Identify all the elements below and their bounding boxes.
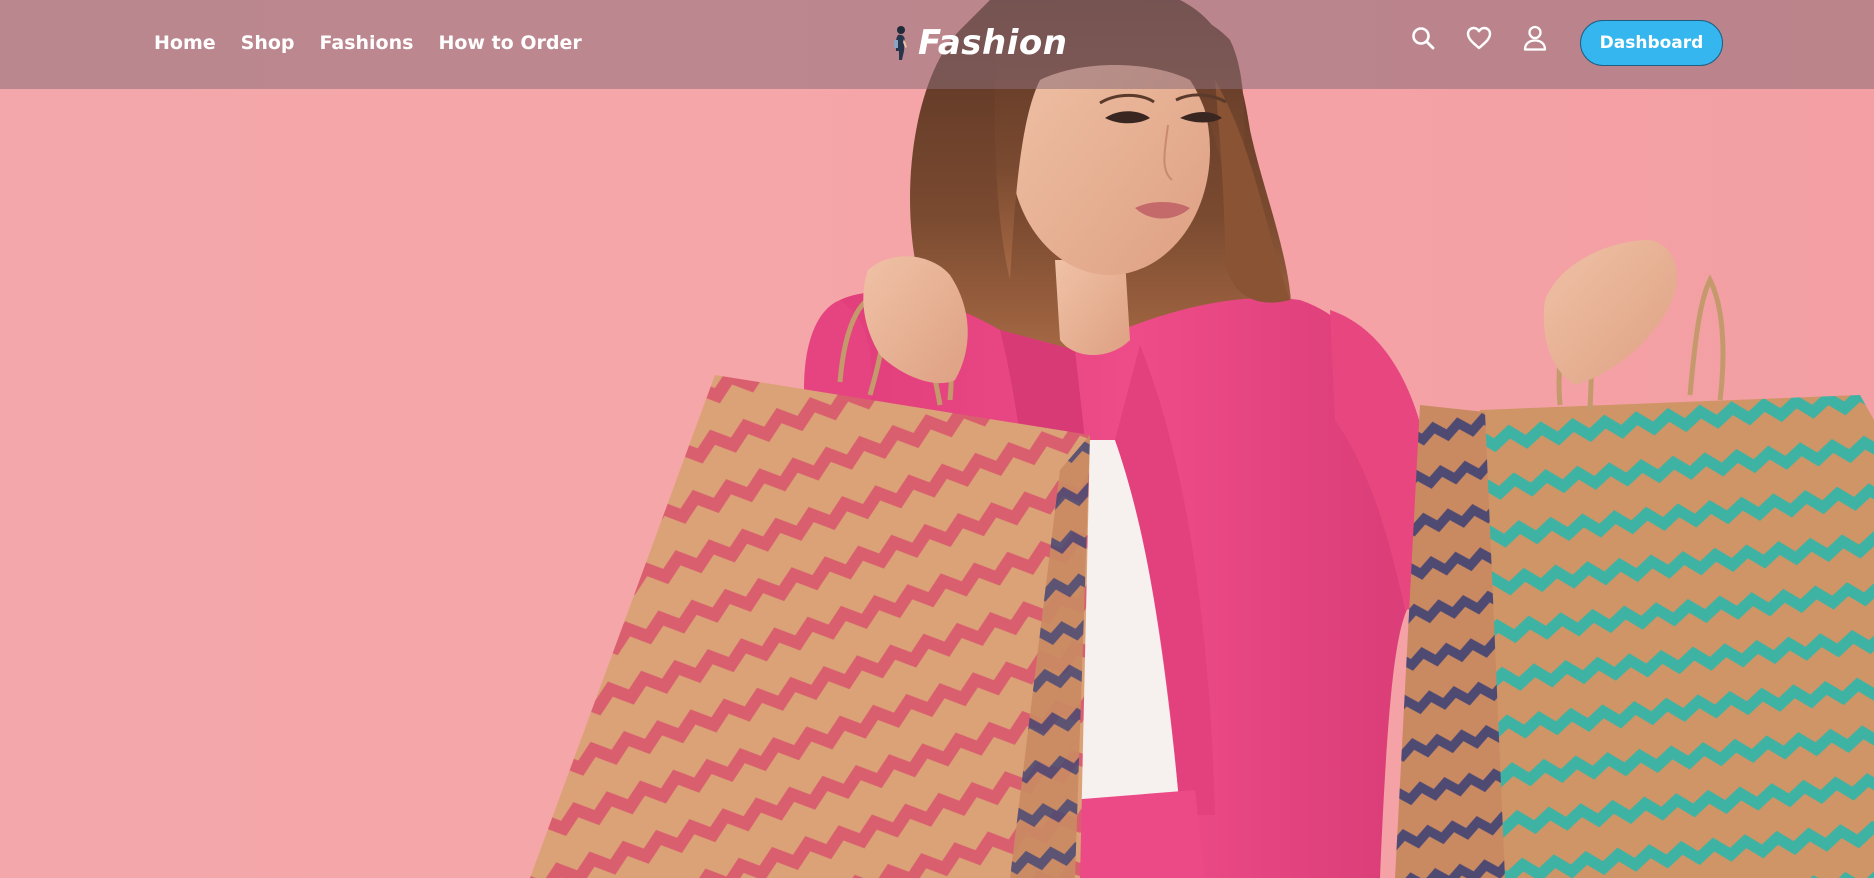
woman-silhouette-icon <box>894 26 907 60</box>
nav-link-shop[interactable]: Shop <box>241 32 295 54</box>
search-icon[interactable] <box>1410 25 1436 51</box>
top-navbar: Home Shop Fashions How to Order Fashion <box>0 0 1874 89</box>
brand-name: Fashion <box>918 23 1068 63</box>
nav-link-how-to-order[interactable]: How to Order <box>438 32 581 54</box>
main-nav: Home Shop Fashions How to Order <box>154 0 582 86</box>
nav-link-fashions[interactable]: Fashions <box>320 32 414 54</box>
heart-icon[interactable] <box>1466 25 1492 51</box>
nav-link-home[interactable]: Home <box>154 32 216 54</box>
dashboard-button[interactable]: Dashboard <box>1580 20 1723 66</box>
user-icon[interactable] <box>1522 25 1548 51</box>
hero-banner <box>0 0 1874 878</box>
brand-logo-link[interactable]: Fashion <box>890 20 1067 66</box>
hero-photo <box>530 0 1874 878</box>
nav-icon-group <box>1410 25 1548 51</box>
